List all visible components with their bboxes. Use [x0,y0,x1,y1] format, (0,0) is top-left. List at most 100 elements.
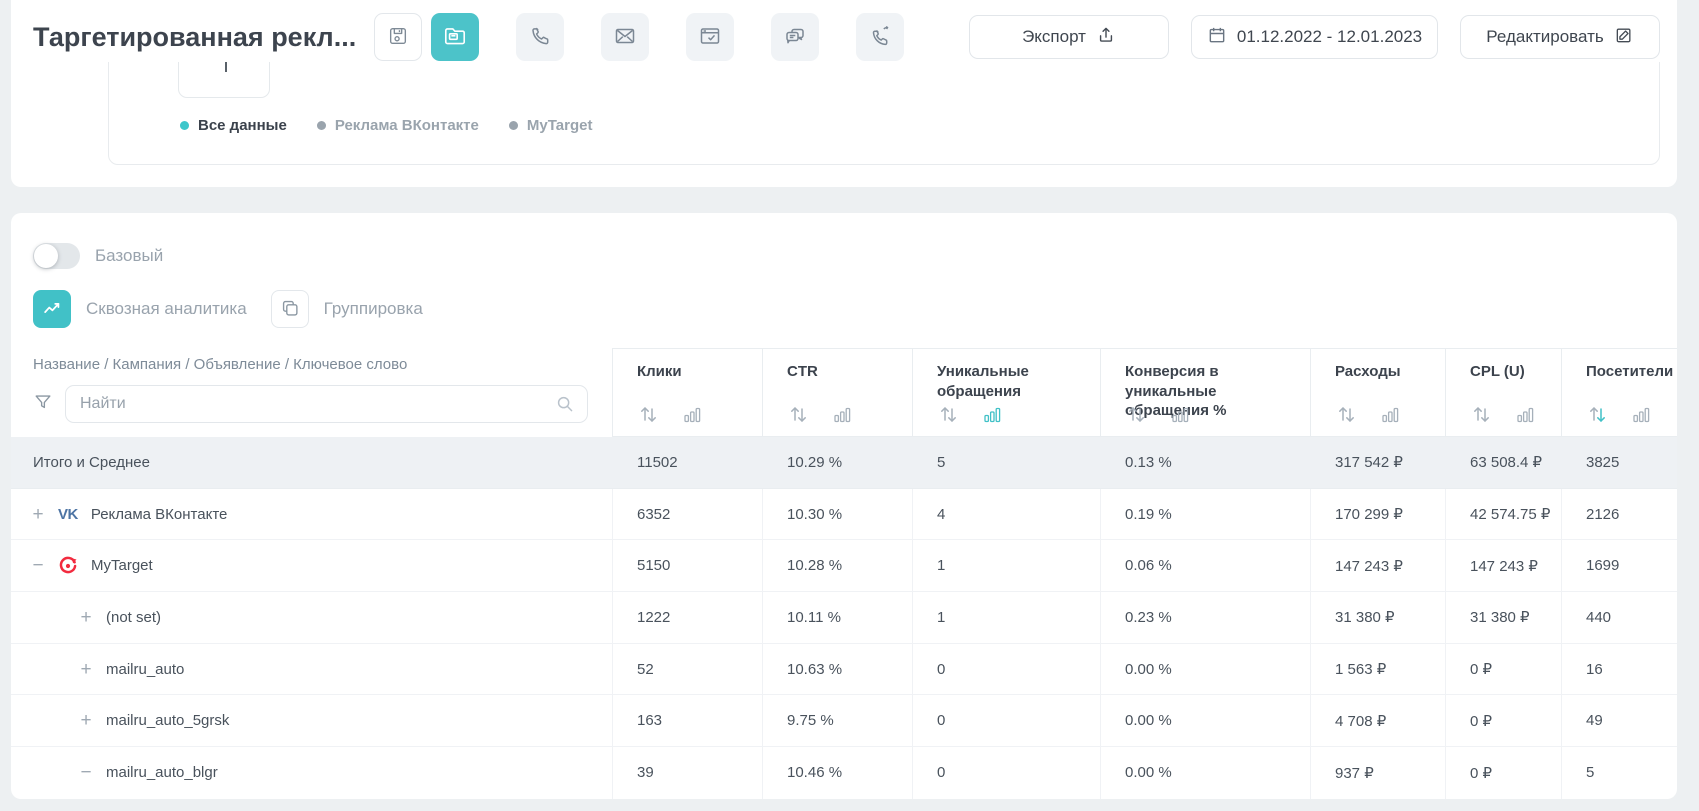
sort-arrows-icon[interactable] [787,403,811,425]
legend-item-mytarget[interactable]: MyTarget [509,117,593,134]
row-label: (not set) [106,609,161,626]
grouping-label: Группировка [324,299,423,319]
export-button[interactable]: Экспорт [969,15,1169,59]
column-header-4: Конверсия в уникальные обращения % [1100,349,1310,436]
value-cell: 0 ₽ [1445,695,1561,746]
phone-icon [528,24,552,51]
legend-label: MyTarget [527,117,593,134]
metric-chart-icon[interactable] [1381,405,1400,424]
value-cell: 39 [612,747,762,799]
collapse-button[interactable]: − [31,556,45,575]
sort-arrows-icon[interactable] [1125,403,1149,425]
column-header-7: Посетители [1561,349,1676,436]
column-controls [787,403,852,425]
analytics-chart-button[interactable] [33,290,71,328]
expand-button[interactable]: + [79,660,93,679]
column-controls [937,403,1002,425]
chart-period-dropdown[interactable] [178,62,270,98]
chats-button[interactable] [771,13,819,61]
search-row [33,385,588,423]
expand-button[interactable]: + [31,505,45,524]
reports-folder-button[interactable] [431,13,479,61]
metric-chart-icon[interactable] [683,405,702,424]
value-cell: 10.63 % [762,644,912,695]
basic-mode-row: Базовый [11,213,1677,269]
search-icon[interactable] [554,393,576,415]
value-cell: 6352 [612,489,762,540]
sort-arrows-icon[interactable] [637,403,661,425]
sort-arrows-icon[interactable] [1586,403,1610,425]
grouping-button[interactable] [271,290,309,328]
value-cell: 0 [912,644,1100,695]
folder-icon [442,23,468,52]
metric-chart-icon[interactable] [1171,405,1190,424]
export-label: Экспорт [1022,27,1086,47]
search-input[interactable] [65,385,588,423]
search-box [65,385,588,423]
metric-chart-icon[interactable] [983,405,1002,424]
table-row: +mailru_auto5210.63 %00.00 %1 563 ₽0 ₽16 [11,644,1677,696]
vk-icon: VK [58,506,78,523]
callback-button[interactable] [856,13,904,61]
expand-button[interactable]: + [79,711,93,730]
value-cell: 9.75 % [762,695,912,746]
site-forms-button[interactable] [686,13,734,61]
legend-dot [509,121,518,130]
filter-funnel-icon[interactable] [33,392,53,417]
value-cell: 63 508.4 ₽ [1445,437,1561,488]
value-cell: 42 574.75 ₽ [1445,489,1561,540]
value-cell: 0.19 % [1100,489,1310,540]
legend-item-all-data[interactable]: Все данные [180,117,287,134]
metric-chart-icon[interactable] [1632,405,1651,424]
edit-button[interactable]: Редактировать [1460,15,1660,59]
collapse-button[interactable]: − [79,763,93,782]
site-form-check-icon [698,24,722,51]
table-rows: Итого и Среднее1150210.29 %50.13 %317 54… [11,437,1677,799]
save-report-button[interactable] [374,13,422,61]
column-controls [1125,403,1190,425]
value-cell: 4 708 ₽ [1310,695,1445,746]
basic-mode-toggle[interactable] [33,243,80,269]
line-chart-icon [41,297,63,322]
mytarget-icon [58,556,78,576]
chart-container [108,62,1660,165]
value-cell: 0.06 % [1100,540,1310,591]
legend-dot [317,121,326,130]
report-toolbar: Таргетированная рекл... [11,0,1677,62]
value-cell: 317 542 ₽ [1310,437,1445,488]
value-cell: 31 380 ₽ [1445,592,1561,643]
column-header-6: CPL (U) [1445,349,1561,436]
legend-item-vk[interactable]: Реклама ВКонтакте [317,117,479,134]
value-cell: 0.00 % [1100,644,1310,695]
value-cell: 147 243 ₽ [1445,540,1561,591]
calls-button[interactable] [516,13,564,61]
toggle-knob [34,244,58,268]
sort-arrows-icon[interactable] [1470,403,1494,425]
sort-arrows-icon[interactable] [1335,403,1359,425]
email-button[interactable] [601,13,649,61]
value-cell: 0.13 % [1100,437,1310,488]
chart-area-clipped: Все данные Реклама ВКонтакте MyTarget [108,62,1660,165]
column-controls [1335,403,1400,425]
value-cell: 0.00 % [1100,747,1310,799]
expand-button[interactable]: + [79,608,93,627]
value-cell: 1222 [612,592,762,643]
table-row: +(not set)122210.11 %10.23 %31 380 ₽31 3… [11,592,1677,644]
value-cell: 10.11 % [762,592,912,643]
date-range-button[interactable]: 01.12.2022 - 12.01.2023 [1191,15,1438,59]
calendar-icon [1207,25,1227,50]
metric-chart-icon[interactable] [1516,405,1535,424]
callback-icon [868,24,892,51]
row-label: mailru_auto [106,661,184,678]
analytics-label: Сквозная аналитика [86,299,247,319]
metric-chart-icon[interactable] [833,405,852,424]
value-cell: 5150 [612,540,762,591]
value-cell: 11502 [612,437,762,488]
column-label: Уникальные обращения [937,362,1092,401]
row-label: MyTarget [91,557,153,574]
value-cell: 1 [912,592,1100,643]
row-name-cell: + (not set) [11,592,612,643]
value-cell: 163 [612,695,762,746]
sort-arrows-icon[interactable] [937,403,961,425]
value-cell: 3825 [1561,437,1676,488]
